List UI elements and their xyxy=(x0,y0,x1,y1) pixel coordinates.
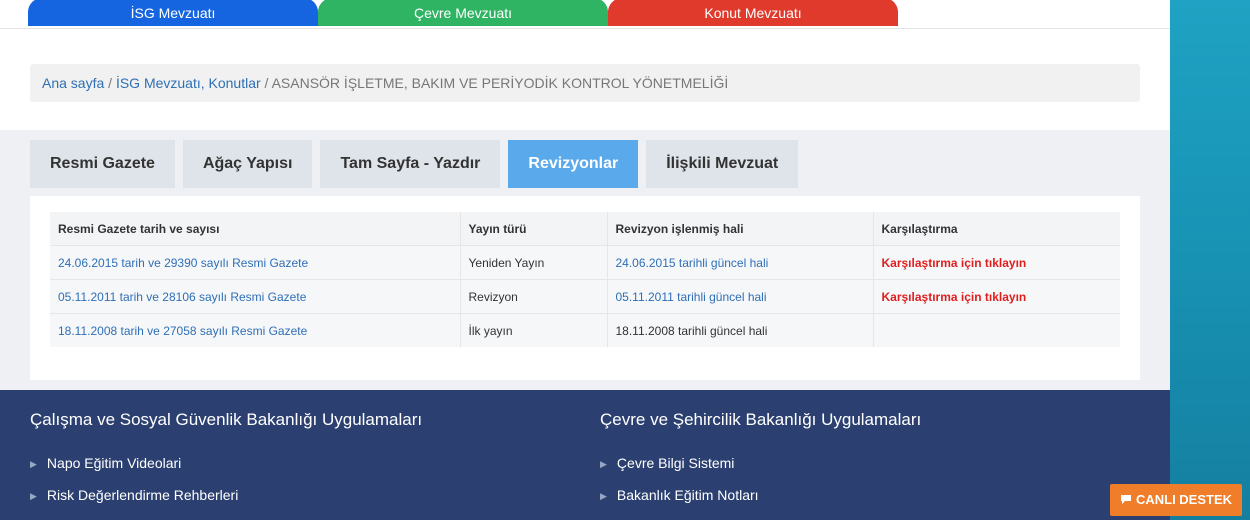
compare-link[interactable]: Karşılaştırma için tıklayın xyxy=(873,245,1120,280)
right-side-panel xyxy=(1170,0,1250,520)
chat-bubble-icon xyxy=(1120,495,1131,504)
document-content-area: Resmi Gazete Ağaç Yapısı Tam Sayfa - Yaz… xyxy=(0,130,1170,390)
live-support-button[interactable]: CANLI DESTEK xyxy=(1110,484,1242,516)
triangle-right-icon: ▶ xyxy=(30,459,37,469)
gazette-link[interactable]: 24.06.2015 tarih ve 29390 sayılı Resmi G… xyxy=(50,245,461,280)
footer-link-label: Bakanlık Eğitim Notları xyxy=(616,487,759,503)
revisions-table: Resmi Gazete tarih ve sayısı Yayın türü … xyxy=(50,212,1120,347)
column-header: Revizyon işlenmiş hali xyxy=(607,212,874,246)
revisions-panel: Resmi Gazete tarih ve sayısı Yayın türü … xyxy=(30,196,1140,380)
footer-column-left: Çalışma ve Sosyal Güvenlik Bakanlığı Uyg… xyxy=(30,410,422,516)
tab-isg-mevzuati[interactable]: İSG Mevzuatı xyxy=(28,0,318,26)
tab-agac-yapisi[interactable]: Ağaç Yapısı xyxy=(182,140,313,188)
table-row: 24.06.2015 tarih ve 29390 sayılı Resmi G… xyxy=(50,245,1120,280)
gazette-link[interactable]: 18.11.2008 tarih ve 27058 sayılı Resmi G… xyxy=(50,313,461,347)
footer-link-napo[interactable]: ▶ Napo Eğitim Videolari xyxy=(30,452,422,484)
breadcrumb-separator: / xyxy=(260,75,272,91)
tab-revizyonlar[interactable]: Revizyonlar xyxy=(508,140,639,188)
tab-iliskili-mevzuat[interactable]: İlişkili Mevzuat xyxy=(646,140,799,188)
compare-link[interactable]: Karşılaştırma için tıklayın xyxy=(873,279,1120,314)
tab-tam-sayfa-yazdir[interactable]: Tam Sayfa - Yazdır xyxy=(320,140,501,188)
compare-cell-empty xyxy=(873,313,1120,347)
footer-link-label: Risk Değerlendirme Rehberleri xyxy=(46,487,239,503)
breadcrumb-separator: / xyxy=(104,75,116,91)
triangle-right-icon: ▶ xyxy=(600,491,607,501)
publication-type: İlk yayın xyxy=(460,313,608,347)
breadcrumb: Ana sayfa / İSG Mevzuatı, Konutlar / ASA… xyxy=(30,64,1140,102)
breadcrumb-home[interactable]: Ana sayfa xyxy=(42,75,104,91)
publication-type: Yeniden Yayın xyxy=(460,245,608,280)
top-category-tabs: İSG Mevzuatı Çevre Mevzuatı Konut Mevzua… xyxy=(28,0,898,28)
footer-link-cevre-bilgi[interactable]: ▶ Çevre Bilgi Sistemi xyxy=(600,452,921,484)
revised-version-link[interactable]: 24.06.2015 tarihli güncel hali xyxy=(607,245,874,280)
column-header: Karşılaştırma xyxy=(873,212,1120,246)
divider xyxy=(0,28,1170,29)
footer: Çalışma ve Sosyal Güvenlik Bakanlığı Uyg… xyxy=(0,390,1170,520)
table-row: 05.11.2011 tarih ve 28106 sayılı Resmi G… xyxy=(50,279,1120,314)
footer-left-title: Çalışma ve Sosyal Güvenlik Bakanlığı Uyg… xyxy=(30,410,423,429)
column-header: Yayın türü xyxy=(460,212,608,246)
table-row: 18.11.2008 tarih ve 27058 sayılı Resmi G… xyxy=(50,313,1120,347)
live-support-label: CANLI DESTEK xyxy=(1135,492,1233,507)
publication-type: Revizyon xyxy=(460,279,608,314)
breadcrumb-current: ASANSÖR İŞLETME, BAKIM VE PERİYODİK KONT… xyxy=(271,75,729,91)
tab-cevre-mevzuati[interactable]: Çevre Mevzuatı xyxy=(318,0,608,26)
footer-link-egitim-notlari[interactable]: ▶ Bakanlık Eğitim Notları xyxy=(600,484,921,516)
revised-version-text: 18.11.2008 tarihli güncel hali xyxy=(607,313,874,347)
table-header-row: Resmi Gazete tarih ve sayısı Yayın türü … xyxy=(50,212,1120,246)
breadcrumb-section[interactable]: İSG Mevzuatı, Konutlar xyxy=(116,75,261,91)
footer-link-label: Çevre Bilgi Sistemi xyxy=(616,455,735,471)
triangle-right-icon: ▶ xyxy=(600,459,607,469)
footer-link-label: Napo Eğitim Videolari xyxy=(46,455,182,471)
tab-resmi-gazete[interactable]: Resmi Gazete xyxy=(30,140,175,188)
column-header: Resmi Gazete tarih ve sayısı xyxy=(50,212,461,246)
footer-right-title: Çevre ve Şehircilik Bakanlığı Uygulamala… xyxy=(600,410,922,429)
footer-link-risk[interactable]: ▶ Risk Değerlendirme Rehberleri xyxy=(30,484,422,516)
gazette-link[interactable]: 05.11.2011 tarih ve 28106 sayılı Resmi G… xyxy=(50,279,461,314)
footer-column-right: Çevre ve Şehircilik Bakanlığı Uygulamala… xyxy=(600,410,921,516)
revised-version-link[interactable]: 05.11.2011 tarihli güncel hali xyxy=(607,279,874,314)
document-tabs: Resmi Gazete Ağaç Yapısı Tam Sayfa - Yaz… xyxy=(30,140,799,188)
tab-konut-mevzuati[interactable]: Konut Mevzuatı xyxy=(608,0,898,26)
triangle-right-icon: ▶ xyxy=(30,491,37,501)
